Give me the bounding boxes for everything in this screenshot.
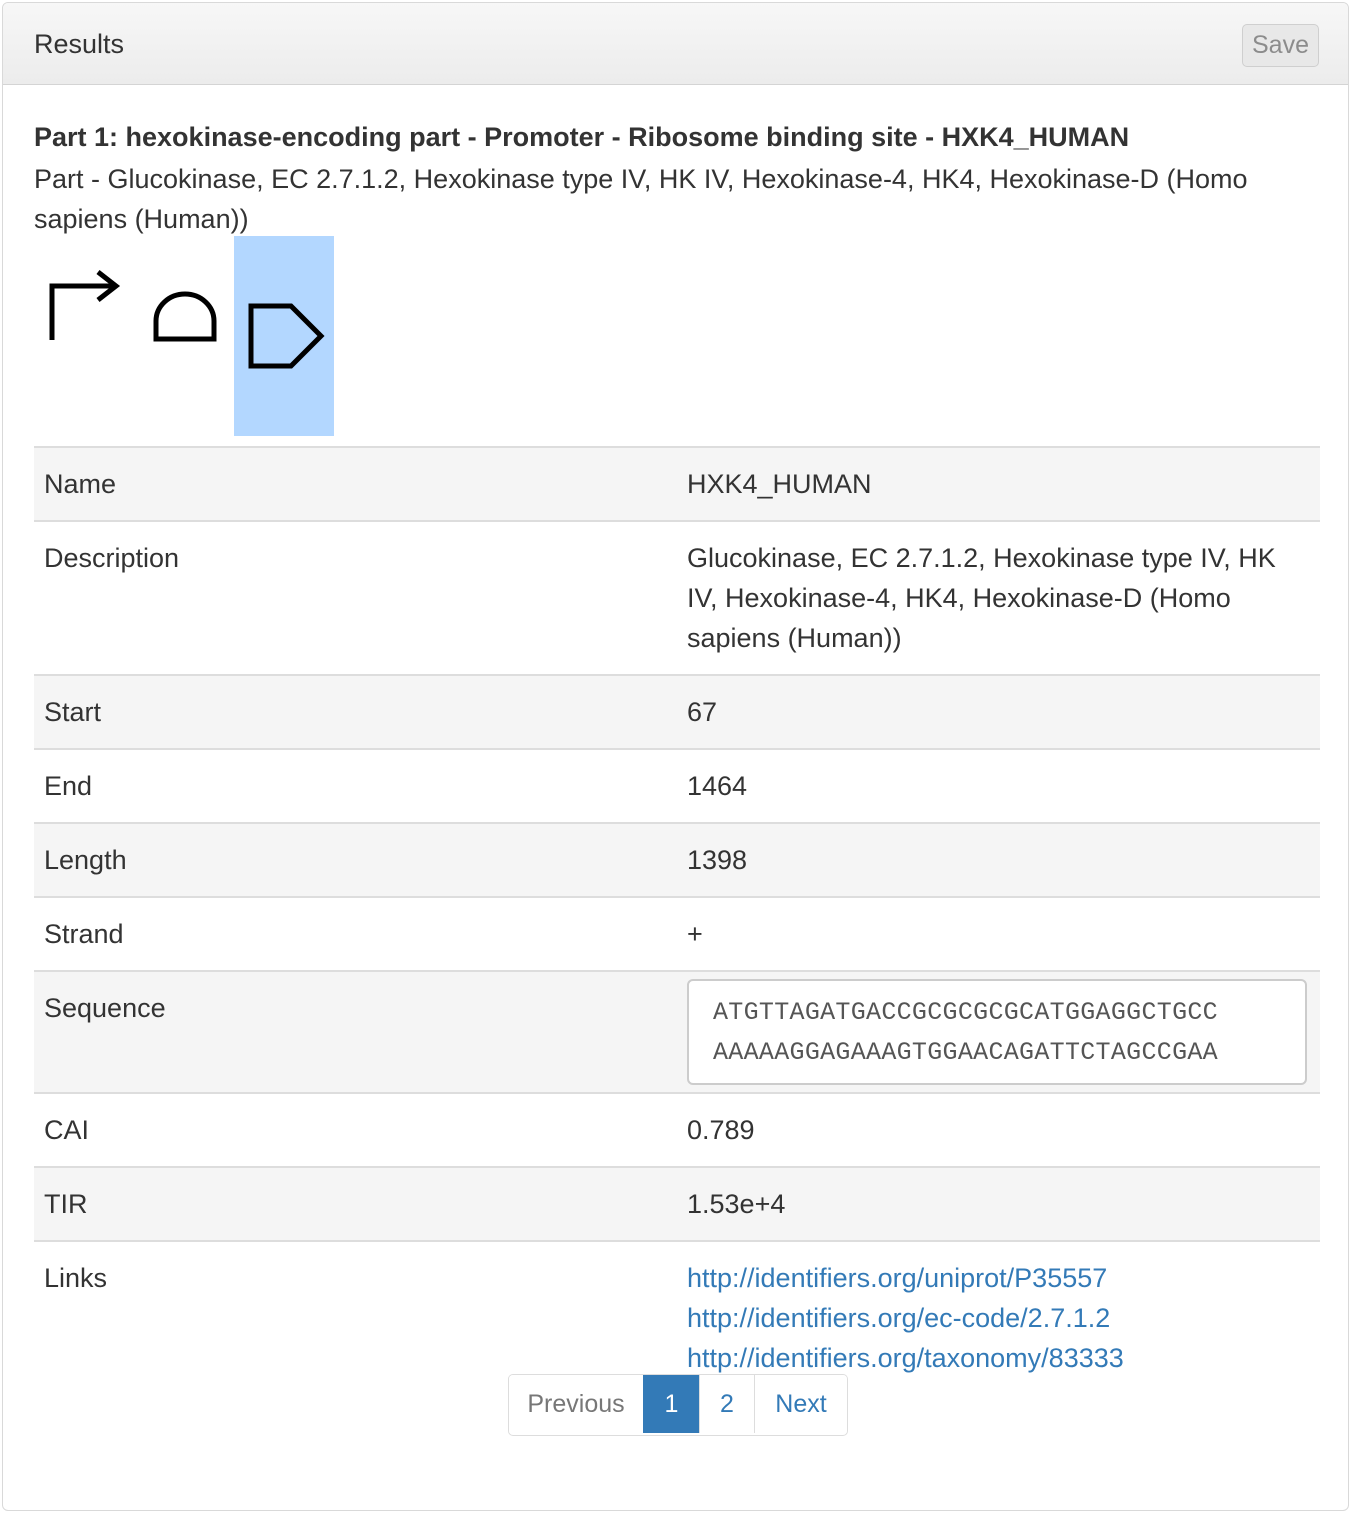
name-label: Name bbox=[34, 446, 677, 521]
uniprot-link[interactable]: http://identifiers.org/uniprot/P35557 bbox=[687, 1258, 1310, 1298]
sequence-cell: ATGTTAGATGACCGCGCGCGCATGGAGGCTGCC AAAAAG… bbox=[677, 970, 1320, 1093]
promoter-icon[interactable] bbox=[44, 264, 124, 344]
links-cell: http://identifiers.org/uniprot/P35557 ht… bbox=[677, 1240, 1320, 1394]
previous-page-button[interactable]: Previous bbox=[509, 1375, 643, 1433]
sequence-label: Sequence bbox=[34, 970, 677, 1093]
table-row: Description Glucokinase, EC 2.7.1.2, Hex… bbox=[34, 520, 1320, 675]
ec-code-link[interactable]: http://identifiers.org/ec-code/2.7.1.2 bbox=[687, 1298, 1310, 1338]
next-page-button[interactable]: Next bbox=[754, 1375, 847, 1433]
end-value: 1464 bbox=[677, 748, 1320, 823]
table-row: Start 67 bbox=[34, 674, 1320, 749]
save-button[interactable]: Save bbox=[1242, 24, 1319, 67]
sequence-line: AAAAAGGAGAAAGTGGAACAGATTCTAGCCGAA bbox=[713, 1038, 1218, 1067]
results-panel: Results Save Part 1: hexokinase-encoding… bbox=[2, 2, 1349, 1511]
table-row: Length 1398 bbox=[34, 822, 1320, 897]
tir-value: 1.53e+4 bbox=[677, 1166, 1320, 1241]
length-label: Length bbox=[34, 822, 677, 897]
cai-value: 0.789 bbox=[677, 1092, 1320, 1167]
page-2-button[interactable]: 2 bbox=[699, 1375, 754, 1433]
table-row: TIR 1.53e+4 bbox=[34, 1166, 1320, 1241]
sbol-glyph-track bbox=[34, 236, 354, 436]
page-1-button[interactable]: 1 bbox=[643, 1375, 699, 1433]
sequence-textarea[interactable]: ATGTTAGATGACCGCGCGCGCATGGAGGCTGCC AAAAAG… bbox=[687, 979, 1307, 1085]
tir-label: TIR bbox=[34, 1166, 677, 1241]
pagination: Previous 1 2 Next bbox=[508, 1374, 848, 1436]
strand-value: + bbox=[677, 896, 1320, 971]
table-row: CAI 0.789 bbox=[34, 1092, 1320, 1167]
table-row: End 1464 bbox=[34, 748, 1320, 823]
table-row: Sequence ATGTTAGATGACCGCGCGCGCATGGAGGCTG… bbox=[34, 970, 1320, 1093]
table-row: Links http://identifiers.org/uniprot/P35… bbox=[34, 1240, 1320, 1394]
length-value: 1398 bbox=[677, 822, 1320, 897]
table-row: Strand + bbox=[34, 896, 1320, 971]
cai-label: CAI bbox=[34, 1092, 677, 1167]
links-label: Links bbox=[34, 1240, 677, 1394]
end-label: End bbox=[34, 748, 677, 823]
description-value: Glucokinase, EC 2.7.1.2, Hexokinase type… bbox=[677, 520, 1320, 675]
sequence-line: ATGTTAGATGACCGCGCGCGCATGGAGGCTGCC bbox=[713, 998, 1218, 1027]
name-value: HXK4_HUMAN bbox=[677, 446, 1320, 521]
part-details-table: Name HXK4_HUMAN Description Glucokinase,… bbox=[34, 446, 1320, 1394]
cds-icon[interactable] bbox=[243, 298, 327, 374]
sequence-label-text: Sequence bbox=[44, 993, 166, 1023]
panel-heading: Results Save bbox=[3, 3, 1348, 85]
panel-title: Results bbox=[34, 29, 125, 59]
part-subtitle: Part - Glucokinase, EC 2.7.1.2, Hexokina… bbox=[34, 164, 1248, 234]
part-title: Part 1: hexokinase-encoding part - Promo… bbox=[34, 122, 1130, 152]
start-label: Start bbox=[34, 674, 677, 749]
table-row: Name HXK4_HUMAN bbox=[34, 446, 1320, 521]
description-label: Description bbox=[34, 520, 677, 675]
start-value: 67 bbox=[677, 674, 1320, 749]
ribosome-binding-site-icon[interactable] bbox=[152, 291, 218, 343]
taxonomy-link[interactable]: http://identifiers.org/taxonomy/83333 bbox=[687, 1338, 1310, 1378]
strand-label: Strand bbox=[34, 896, 677, 971]
